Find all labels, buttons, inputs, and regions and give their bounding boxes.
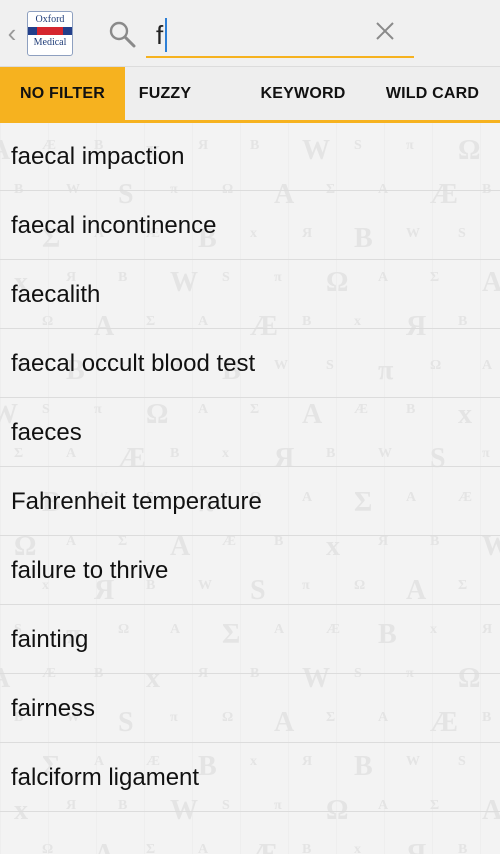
list-item[interactable]: fairness (0, 675, 500, 743)
logo-band (28, 27, 72, 35)
list-item-label: faeces (11, 419, 82, 446)
list-item-label: faecalith (11, 281, 101, 308)
tab-no-filter[interactable]: NO FILTER (0, 67, 125, 120)
tab-wild-card[interactable]: WILD CARD (376, 67, 489, 120)
list-item-label: faecal incontinence (11, 212, 217, 239)
results-list[interactable]: AÆBxЯBWSπΩBWSπΩAΣAÆBAΣAÆBxЯBWSxЯBWSπΩAΣA… (0, 123, 500, 854)
list-item-label: falciform ligament (11, 764, 200, 791)
logo-text-top: Oxford (35, 14, 65, 25)
list-item[interactable]: faeces (0, 399, 500, 467)
list-item-partial[interactable] (0, 813, 500, 854)
filter-tabs: NO FILTER FUZZY KEYWORD WILD CARD (0, 67, 500, 123)
search-icon[interactable] (108, 20, 136, 48)
list-item-label: faecal occult blood test (11, 350, 256, 377)
search-input[interactable] (156, 18, 356, 52)
list-item[interactable]: Fahrenheit temperature (0, 468, 500, 536)
logo-text-bottom: Medical (33, 37, 67, 48)
action-bar: ‹ Oxford Medical (0, 0, 500, 67)
close-icon[interactable] (374, 20, 396, 42)
list-item-label: faecal impaction (11, 143, 185, 170)
list-item-label: failure to thrive (11, 557, 169, 584)
list-item[interactable]: fainting (0, 606, 500, 674)
list-item-label: Fahrenheit temperature (11, 488, 262, 515)
list-item[interactable]: faecal incontinence (0, 192, 500, 260)
chevron-left-icon[interactable]: ‹ (4, 18, 20, 48)
list-item[interactable]: failure to thrive (0, 537, 500, 605)
list-item-label: fainting (11, 626, 89, 653)
tab-fuzzy[interactable]: FUZZY (125, 67, 205, 120)
list-item[interactable]: faecal occult blood test (0, 330, 500, 398)
list-item[interactable]: faecal impaction (0, 123, 500, 191)
list-item[interactable]: faecalith (0, 261, 500, 329)
tab-keyword[interactable]: KEYWORD (250, 67, 356, 120)
text-cursor (165, 18, 167, 52)
list-item-label: fairness (11, 695, 96, 722)
list-item[interactable]: falciform ligament (0, 744, 500, 812)
app-logo[interactable]: Oxford Medical (27, 11, 73, 56)
